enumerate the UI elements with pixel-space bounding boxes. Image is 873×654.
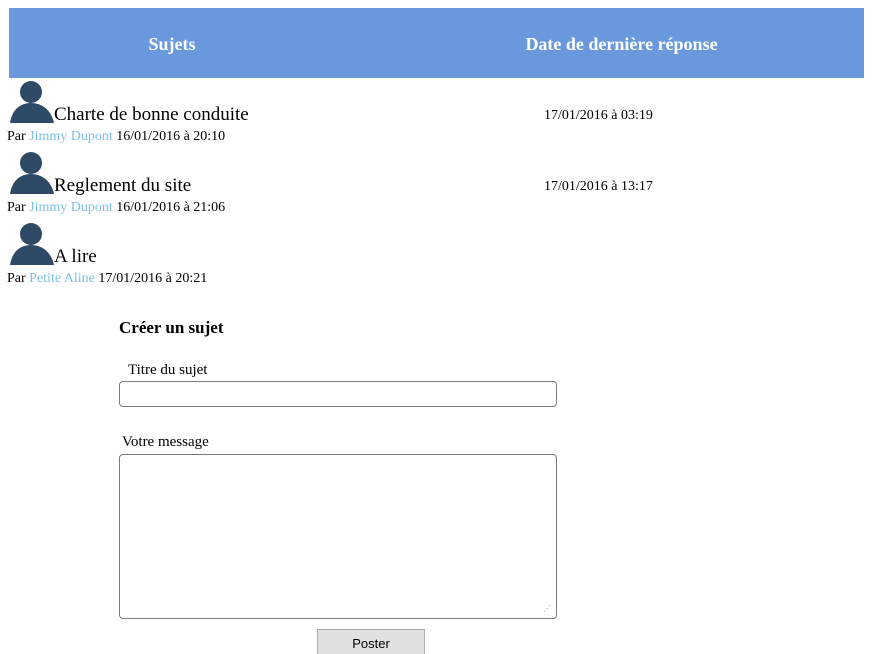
topic-title-link[interactable]: Charte de bonne conduite — [54, 104, 249, 126]
topic-row: A lire Par Petite Aline 17/01/2016 à 20:… — [7, 221, 707, 291]
user-silhouette-icon — [10, 223, 54, 265]
post-button[interactable]: Poster — [317, 629, 425, 654]
forum-page: Sujets Date de dernière réponse Charte d… — [0, 0, 873, 654]
last-reply-column-header: Date de dernière réponse — [525, 34, 718, 54]
create-topic-heading: Créer un sujet — [119, 318, 224, 337]
by-prefix: Par — [7, 129, 26, 144]
topic-row: Charte de bonne conduite Par Jimmy Dupon… — [7, 79, 707, 149]
user-silhouette-icon — [10, 81, 54, 123]
subject-title-input[interactable] — [119, 381, 557, 407]
topic-row: Reglement du site Par Jimmy Dupont 16/01… — [7, 150, 707, 220]
created-date: 16/01/2016 à 20:10 — [116, 129, 226, 144]
author-link[interactable]: Jimmy Dupont — [29, 129, 113, 144]
subjects-column-header: Sujets — [148, 34, 196, 54]
topic-meta: Par Jimmy Dupont 16/01/2016 à 20:10 — [7, 129, 225, 145]
message-textarea[interactable] — [119, 454, 557, 619]
author-link[interactable]: Jimmy Dupont — [29, 200, 113, 215]
topic-meta: Par Petite Aline 17/01/2016 à 20:21 — [7, 271, 207, 287]
created-date: 17/01/2016 à 20:21 — [98, 271, 208, 286]
topics-table-header: Sujets Date de dernière réponse — [9, 8, 864, 78]
by-prefix: Par — [7, 271, 26, 286]
last-reply-date: 17/01/2016 à 03:19 — [544, 108, 653, 123]
user-silhouette-icon — [10, 152, 54, 194]
by-prefix: Par — [7, 200, 26, 215]
message-label: Votre message — [122, 434, 209, 450]
author-link[interactable]: Petite Aline — [29, 271, 95, 286]
last-reply-date: 17/01/2016 à 13:17 — [544, 179, 653, 194]
topic-meta: Par Jimmy Dupont 16/01/2016 à 21:06 — [7, 200, 225, 216]
resize-grip-icon[interactable]: ⋰ — [541, 604, 551, 614]
topic-title-link[interactable]: A lire — [54, 246, 97, 268]
topic-title-link[interactable]: Reglement du site — [54, 175, 191, 197]
created-date: 16/01/2016 à 21:06 — [116, 200, 226, 215]
subject-title-label: Titre du sujet — [128, 362, 208, 378]
